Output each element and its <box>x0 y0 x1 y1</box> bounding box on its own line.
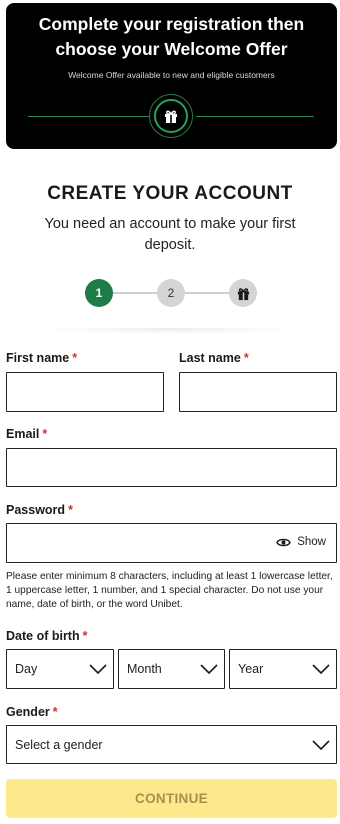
last-name-input[interactable] <box>180 373 336 411</box>
banner-gift-badge <box>149 94 193 138</box>
gender-label: Gender * <box>6 705 58 719</box>
gift-icon <box>165 110 177 123</box>
gift-icon <box>237 287 249 300</box>
banner-title-line1: Complete your registration then <box>38 14 305 34</box>
registration-stepper: 1 2 <box>85 279 258 307</box>
banner-title-line2: choose your Welcome Offer <box>55 39 288 59</box>
gender-select[interactable]: Select a gender <box>6 725 337 764</box>
first-name-label: First name * <box>6 351 78 365</box>
continue-button[interactable]: CONTINUE <box>6 779 337 818</box>
last-name-field[interactable] <box>179 372 337 412</box>
step-3 <box>229 279 257 307</box>
step-1: 1 <box>85 279 113 307</box>
dob-year-select[interactable]: Year <box>229 649 337 689</box>
page-title: CREATE YOUR ACCOUNT <box>47 183 293 204</box>
required-asterisk: * <box>72 351 78 365</box>
stepper-connector <box>113 292 157 294</box>
show-password-label: Show <box>297 536 326 548</box>
show-password-toggle[interactable]: Show <box>276 536 326 548</box>
last-name-label: Last name * <box>179 351 249 365</box>
password-hint: Please enter minimum 8 characters, inclu… <box>6 571 333 610</box>
required-asterisk: * <box>243 351 249 365</box>
email-field[interactable] <box>6 448 337 487</box>
banner-title: Complete your registration then choose y… <box>6 12 337 62</box>
banner-subtitle: Welcome Offer available to new and eligi… <box>68 70 275 80</box>
dob-day-select[interactable]: Day <box>6 649 114 689</box>
required-asterisk: * <box>52 705 58 719</box>
required-asterisk: * <box>68 503 73 517</box>
stepper-connector <box>185 292 229 294</box>
step-2: 2 <box>157 279 185 307</box>
dob-label: Date of birth * <box>6 629 88 643</box>
required-asterisk: * <box>82 629 88 643</box>
password-field[interactable]: Show <box>6 523 337 563</box>
banner-divider-left <box>28 116 150 117</box>
eye-icon <box>276 537 292 548</box>
first-name-field[interactable] <box>6 372 164 412</box>
page-subtitle: You need an account to make your first d… <box>44 216 296 253</box>
chevron-down-icon <box>89 664 107 674</box>
email-label: Email * <box>6 427 48 441</box>
dob-month-value: Month <box>127 662 162 676</box>
dob-day-value: Day <box>15 662 38 676</box>
required-asterisk: * <box>42 427 48 441</box>
banner-divider-right <box>196 116 314 117</box>
password-label: Password * <box>6 503 73 517</box>
dob-month-select[interactable]: Month <box>118 649 225 689</box>
first-name-input[interactable] <box>7 373 163 411</box>
gender-value: Select a gender <box>15 737 103 752</box>
welcome-offer-banner: Complete your registration then choose y… <box>6 3 337 149</box>
dob-year-value: Year <box>238 662 264 676</box>
email-input[interactable] <box>7 449 336 486</box>
chevron-down-icon <box>200 664 218 674</box>
chevron-down-icon <box>312 664 330 674</box>
stepper-shadow <box>40 328 300 334</box>
chevron-down-icon <box>312 739 330 750</box>
